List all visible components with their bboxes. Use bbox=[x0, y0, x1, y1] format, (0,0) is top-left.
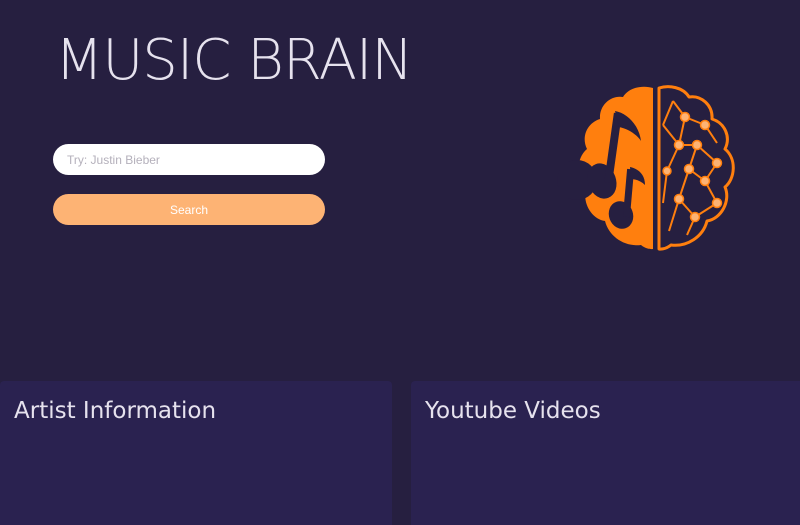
music-brain-logo-icon bbox=[557, 85, 735, 251]
page-title: MUSIC BRAIN bbox=[55, 28, 413, 93]
search-input[interactable] bbox=[53, 144, 325, 175]
artist-information-panel: Artist Information bbox=[0, 381, 392, 525]
youtube-videos-panel: Youtube Videos bbox=[411, 381, 800, 525]
page: MUSIC BRAIN Search bbox=[0, 0, 800, 525]
search-button[interactable]: Search bbox=[53, 194, 325, 225]
youtube-videos-heading: Youtube Videos bbox=[425, 398, 601, 424]
neural-network-nodes bbox=[662, 111, 723, 223]
artist-information-heading: Artist Information bbox=[14, 398, 217, 424]
